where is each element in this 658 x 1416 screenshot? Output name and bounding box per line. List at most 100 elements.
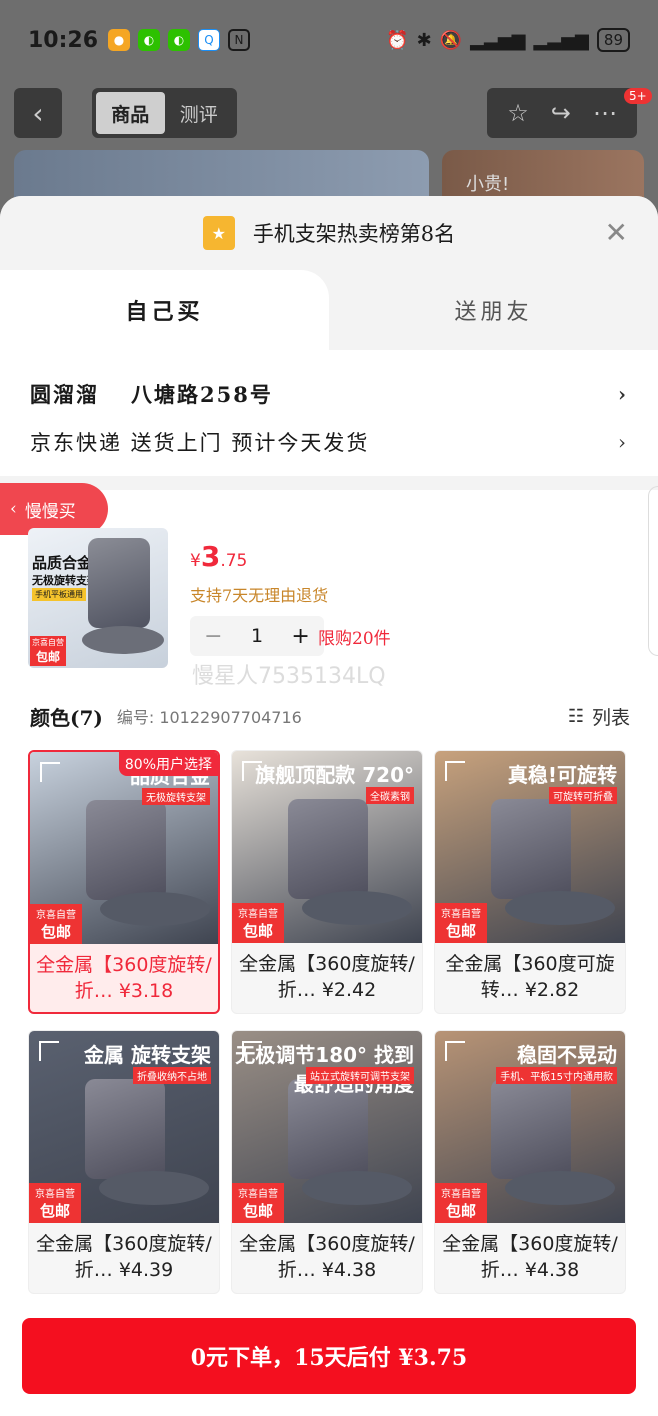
- header-actions: ☆ ↪ ⋯: [487, 88, 637, 138]
- currency-symbol: ¥: [190, 551, 201, 571]
- option-headline: 金属 旋转支架: [84, 1043, 211, 1067]
- plus-icon[interactable]: +: [291, 624, 309, 649]
- ranking-text: 手机支架热卖榜第8名: [252, 222, 456, 246]
- stand-base-image: [82, 626, 164, 654]
- free-ship-label: 包邮: [39, 1202, 70, 1220]
- color-option-card[interactable]: 金属 旋转支架 折叠收纳不占地京喜自营包邮全金属【360度旋转/折… ¥4.39: [28, 1030, 220, 1294]
- expand-icon[interactable]: [39, 1041, 59, 1061]
- option-subline: 全碳素钢: [366, 787, 414, 804]
- option-title: 全金属【360度旋转/折… ¥4.39: [36, 1233, 212, 1281]
- option-image: 稳固不晃动 手机、平板15寸内通用款 京喜自营 包邮: [435, 1031, 625, 1223]
- option-subline: 站立式旋转可调节支架: [306, 1067, 414, 1084]
- self-run-label: 京喜自营: [238, 909, 278, 920]
- option-subline: 可旋转可折叠: [549, 787, 617, 804]
- self-run-label: 京喜自营: [35, 1189, 75, 1200]
- option-headline: 旗舰顶配款 720°: [255, 763, 414, 787]
- tab-gift[interactable]: 送朋友: [329, 270, 658, 350]
- weibo-icon: ●: [108, 29, 131, 51]
- more-icon[interactable]: ⋯: [593, 99, 617, 127]
- tab-review[interactable]: 测评: [165, 92, 234, 134]
- stand-image: [86, 800, 166, 900]
- clock: 10:26: [28, 27, 99, 53]
- list-view-toggle[interactable]: ☷ 列表: [568, 703, 630, 730]
- price-integer: 3: [200, 540, 221, 573]
- stand-image: [491, 1079, 571, 1179]
- product-code: 编号: 10122907704716: [116, 708, 302, 727]
- free-ship-label: 包邮: [35, 650, 60, 664]
- stand-image: [85, 1079, 165, 1179]
- watermark: 慢星人7535134LQ: [192, 664, 386, 689]
- quantity-value[interactable]: 1: [251, 625, 263, 647]
- close-icon[interactable]: ✕: [605, 216, 628, 249]
- share-icon[interactable]: ↪: [551, 99, 571, 127]
- self-run-label: 京喜自营: [36, 910, 76, 921]
- wechat-icon: ◐: [168, 29, 191, 51]
- option-title: 全金属【360度可旋转… ¥2.82: [445, 953, 615, 1001]
- ranking-banner[interactable]: ★ 手机支架热卖榜第8名 ✕: [0, 196, 658, 270]
- minus-icon[interactable]: −: [204, 624, 222, 649]
- list-view-label: 列表: [591, 706, 630, 729]
- tab-product[interactable]: 商品: [96, 92, 165, 134]
- option-title: 全金属【360度旋转/折… ¥4.38: [442, 1233, 618, 1281]
- message-badge: 5+: [624, 88, 652, 104]
- stand-base-image: [505, 891, 615, 925]
- option-image: 无极调节180° 找到最舒适的角度 站立式旋转可调节支架 京喜自营 包邮: [232, 1031, 422, 1223]
- free-ship-label: 包邮: [445, 1202, 476, 1220]
- popular-choice-badge: 80%用户选择: [118, 752, 218, 776]
- free-shipping-tag: 京喜自营 包邮: [435, 1183, 487, 1223]
- stand-base-image: [505, 1171, 615, 1205]
- list-icon: ☷: [567, 705, 584, 727]
- color-header: 颜色(7) 编号: 10122907704716 ☷ 列表: [30, 698, 630, 734]
- address-section: 圆溜溜 八塘路258号 › 京东快递 送货上门 预计今天发货 ›: [0, 350, 658, 466]
- color-options-grid: 80%用户选择 品质合金 无极旋转支架 京喜自营 包邮 全金属【360度旋转/折… ¥3.…: [28, 750, 628, 1294]
- color-option-card[interactable]: 80%用户选择 品质合金 无极旋转支架 京喜自营 包邮 全金属【360度旋转/折… ¥3.…: [28, 750, 220, 1014]
- qq-icon: Q: [198, 29, 221, 51]
- recipient-name: 圆溜溜: [30, 382, 99, 407]
- option-subline: 手机、平板15寸内通用款: [496, 1067, 617, 1084]
- stand-base-image: [302, 1171, 412, 1205]
- expand-icon[interactable]: [445, 761, 465, 781]
- slow-buy-label: 慢慢买: [24, 501, 76, 522]
- price: ¥3.75: [190, 540, 247, 573]
- free-ship-label: 包邮: [242, 922, 273, 940]
- stand-image: [491, 799, 571, 899]
- option-image: 金属 旋转支架 折叠收纳不占地京喜自营包邮: [29, 1031, 219, 1223]
- expand-icon[interactable]: [40, 762, 60, 782]
- purchase-limit: 限购20件: [318, 629, 391, 649]
- signal-icon: ▂▃▅▆: [533, 29, 589, 51]
- back-button[interactable]: ‹: [14, 88, 62, 138]
- expand-icon[interactable]: [445, 1041, 465, 1061]
- option-subline: 折叠收纳不占地: [133, 1067, 211, 1084]
- price-decimal: .75: [220, 551, 248, 571]
- option-title: 全金属【360度旋转/折… ¥2.42: [239, 953, 415, 1001]
- stand-image: [88, 538, 150, 628]
- free-ship-label: 包邮: [40, 923, 71, 941]
- wechat-icon: ◐: [138, 29, 161, 51]
- return-policy: 支持7天无理由退货: [190, 586, 329, 605]
- color-option-card[interactable]: 真稳!可旋转 可旋转可折叠 京喜自营 包邮 全金属【360度可旋转… ¥2.82: [434, 750, 626, 1014]
- free-ship-label: 包邮: [242, 1202, 273, 1220]
- bluetooth-icon: ✱: [416, 29, 432, 51]
- tab-buy-self[interactable]: 自己买: [0, 270, 329, 350]
- color-option-card[interactable]: 无极调节180° 找到最舒适的角度 站立式旋转可调节支架 京喜自营 包邮 全金属【360…: [231, 1030, 423, 1294]
- hero-text: 小贵!: [466, 174, 510, 195]
- product-thumbnail[interactable]: 品质合金 无极旋转支架 手机平板通用 京喜自营 包邮: [28, 528, 168, 668]
- free-shipping-tag: 京喜自营 包邮: [232, 903, 284, 943]
- stand-base-image: [99, 1171, 209, 1205]
- address-row[interactable]: 圆溜溜 八塘路258号 ›: [30, 370, 628, 418]
- color-option-card[interactable]: 稳固不晃动 手机、平板15寸内通用款 京喜自营 包邮 全金属【360度旋转/折… ¥4.…: [434, 1030, 626, 1294]
- free-shipping-tag: 京喜自营 包邮: [232, 1183, 284, 1223]
- option-image: 品质合金 无极旋转支架 京喜自营 包邮: [30, 752, 218, 944]
- free-ship-label: 包邮: [445, 922, 476, 940]
- signal-icon: ▂▃▅▆: [470, 29, 526, 51]
- side-handle[interactable]: [648, 486, 658, 656]
- color-label: 颜色(7): [30, 705, 103, 730]
- buy-now-button[interactable]: 0元下单，15天后付 ¥3.75: [22, 1318, 636, 1394]
- buy-mode-tabs: 自己买 送朋友: [0, 270, 658, 350]
- option-subline: 无极旋转支架: [142, 788, 210, 805]
- purchase-sheet: ★ 手机支架热卖榜第8名 ✕ 自己买 送朋友 圆溜溜 八塘路258号 › 京东快…: [0, 196, 658, 1416]
- delivery-row[interactable]: 京东快递 送货上门 预计今天发货 ›: [30, 418, 628, 466]
- color-option-card[interactable]: 旗舰顶配款 720° 全碳素钢京喜自营包邮全金属【360度旋转/折… ¥2.42: [231, 750, 423, 1014]
- thumb-title: 品质合金: [32, 554, 93, 572]
- favorite-icon[interactable]: ☆: [507, 99, 529, 127]
